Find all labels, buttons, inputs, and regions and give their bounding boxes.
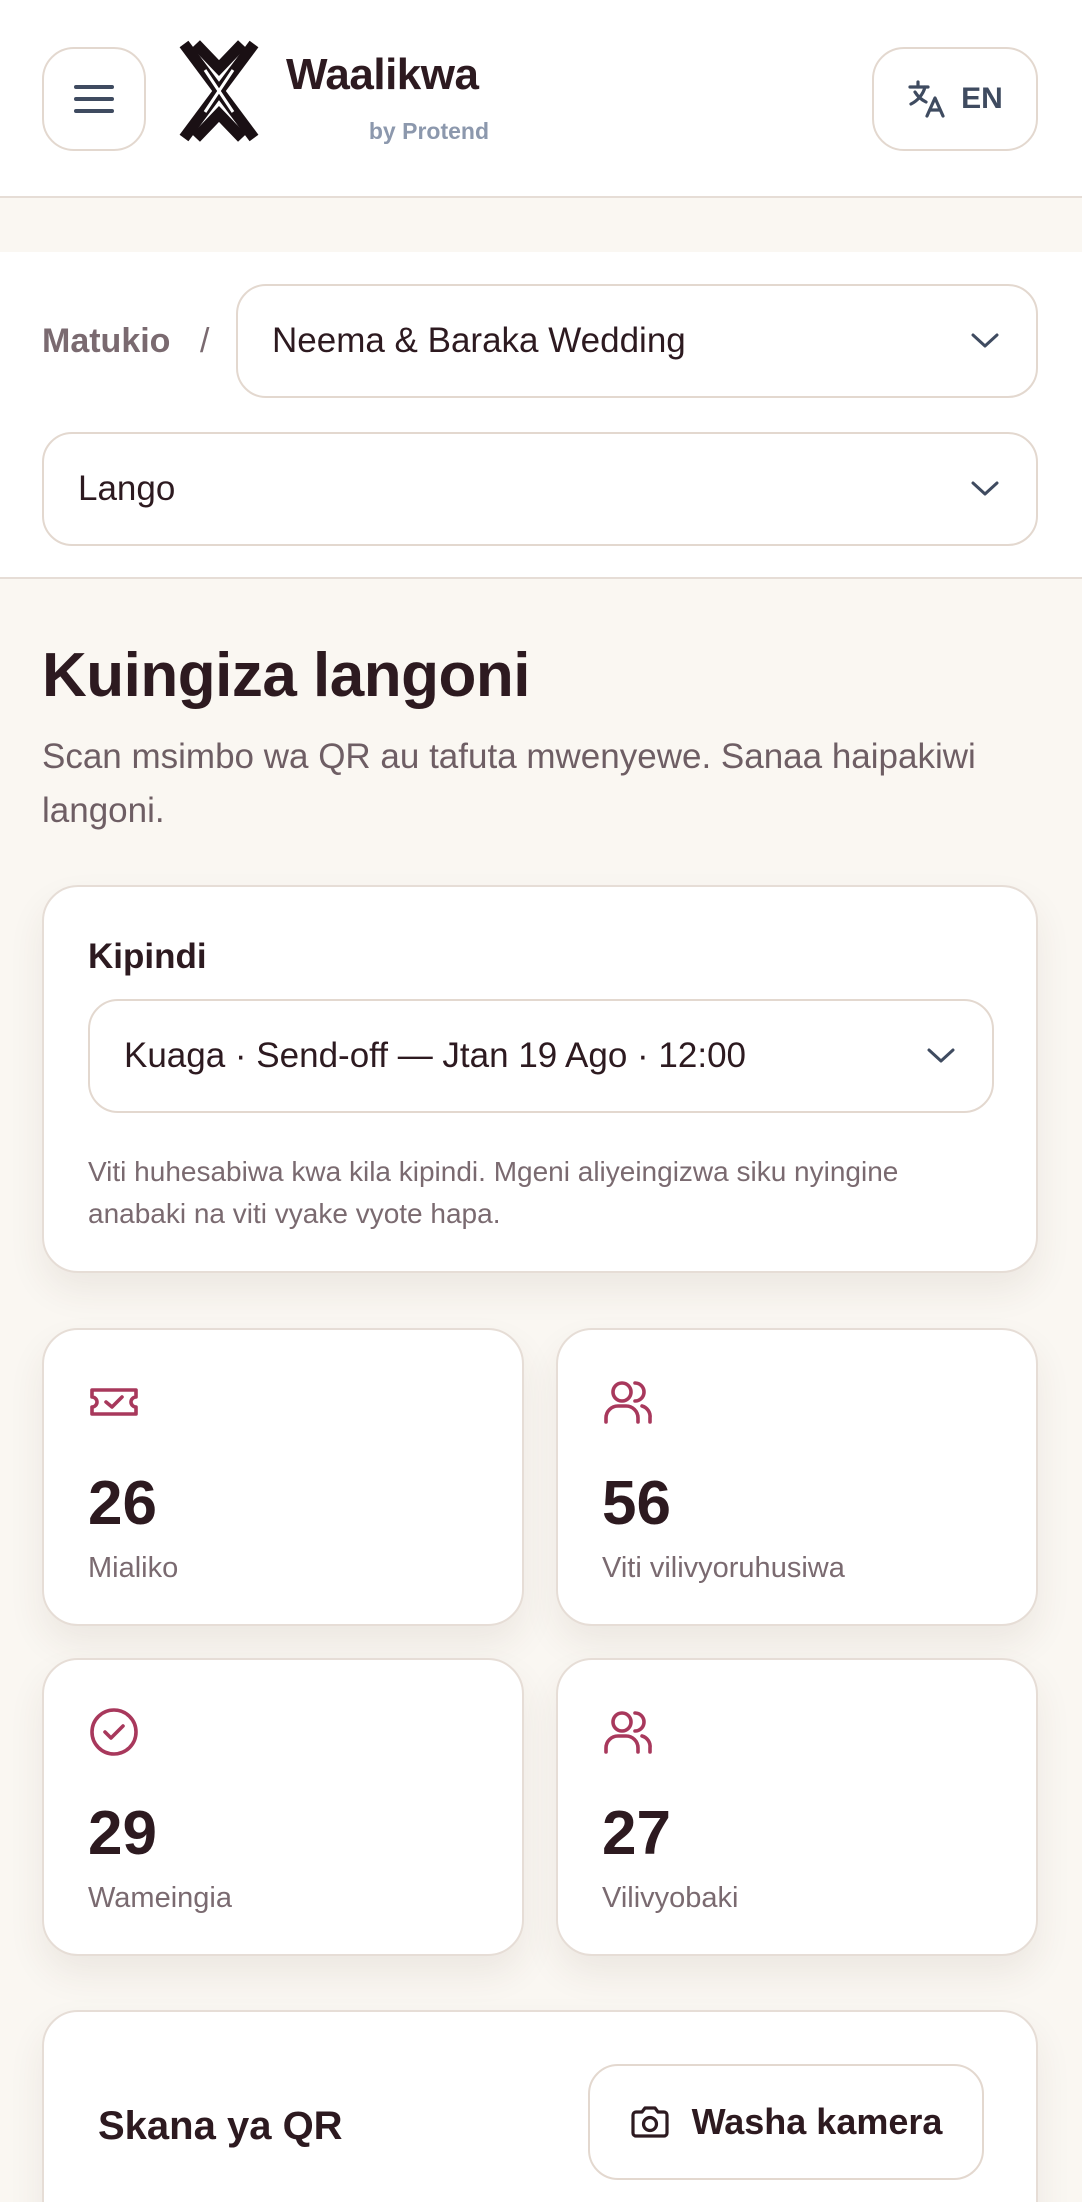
waalikwa-logo-icon <box>179 40 259 142</box>
session-note: Viti huhesabiwa kwa kila kipindi. Mgeni … <box>88 1156 899 1229</box>
menu-button[interactable] <box>42 47 146 151</box>
brand-name: Waalikwa <box>286 50 479 99</box>
stat-card-checked-in: 29 Wameingia <box>42 1658 524 1956</box>
breadcrumb-separator: / <box>200 322 210 360</box>
stat-label: Wameingia <box>88 1882 232 1914</box>
stat-card-invitations: 26 Mialiko <box>42 1328 524 1626</box>
users-icon <box>604 1711 652 1754</box>
brand-byline: by Protend <box>368 118 489 144</box>
enable-camera-label: Washa kamera <box>691 2101 943 2142</box>
qr-scanner-card: Skana ya QR Washa kamera <box>42 2010 1038 2202</box>
qr-scanner-title: Skana ya QR <box>98 2104 343 2148</box>
users-icon <box>604 1381 652 1424</box>
stat-card-remaining: 27 Vilivyobaki <box>556 1658 1038 1956</box>
stat-label: Mialiko <box>88 1552 179 1584</box>
gate-select-value: Lango <box>78 469 176 508</box>
stat-value: 26 <box>88 1469 157 1538</box>
chevron-down-icon <box>971 481 999 496</box>
stat-label: Viti vilivyoruhusiwa <box>602 1552 845 1584</box>
camera-icon <box>630 2106 669 2138</box>
language-button[interactable]: EN <box>872 47 1038 151</box>
enable-camera-button[interactable]: Washa kamera <box>588 2064 984 2180</box>
session-label: Kipindi <box>88 937 207 976</box>
page-title: Kuingiza langoni <box>42 641 530 710</box>
session-select-value: Kuaga · Send-off — Jtan 19 Ago · 12:00 <box>124 1036 747 1075</box>
session-card: Kipindi Kuaga · Send-off — Jtan 19 Ago ·… <box>42 885 1038 1273</box>
stat-value: 29 <box>88 1799 157 1868</box>
event-select[interactable]: Neema & Baraka Wedding <box>236 284 1038 398</box>
event-selector-bar: Matukio / Neema & Baraka Wedding Lango <box>0 252 1082 579</box>
ticket-check-icon <box>90 1388 138 1416</box>
language-label: EN <box>961 82 1003 115</box>
chevron-down-icon <box>971 333 999 348</box>
translate-icon <box>908 80 945 118</box>
stat-value: 56 <box>602 1469 671 1538</box>
check-circle-icon <box>90 1708 138 1756</box>
page-subtitle: Scan msimbo wa QR au tafuta mwenyewe. Sa… <box>42 737 976 830</box>
gate-select[interactable]: Lango <box>42 432 1038 546</box>
stat-card-seats-allowed: 56 Viti vilivyoruhusiwa <box>556 1328 1038 1626</box>
event-select-value: Neema & Baraka Wedding <box>272 321 686 360</box>
app-header: Waalikwa by Protend EN <box>0 0 1082 198</box>
session-select[interactable]: Kuaga · Send-off — Jtan 19 Ago · 12:00 <box>88 999 994 1113</box>
stat-value: 27 <box>602 1799 671 1868</box>
stat-label: Vilivyobaki <box>602 1882 739 1914</box>
hamburger-icon <box>74 85 114 113</box>
chevron-down-icon <box>927 1048 955 1063</box>
breadcrumb-events-link[interactable]: Matukio <box>42 322 170 361</box>
